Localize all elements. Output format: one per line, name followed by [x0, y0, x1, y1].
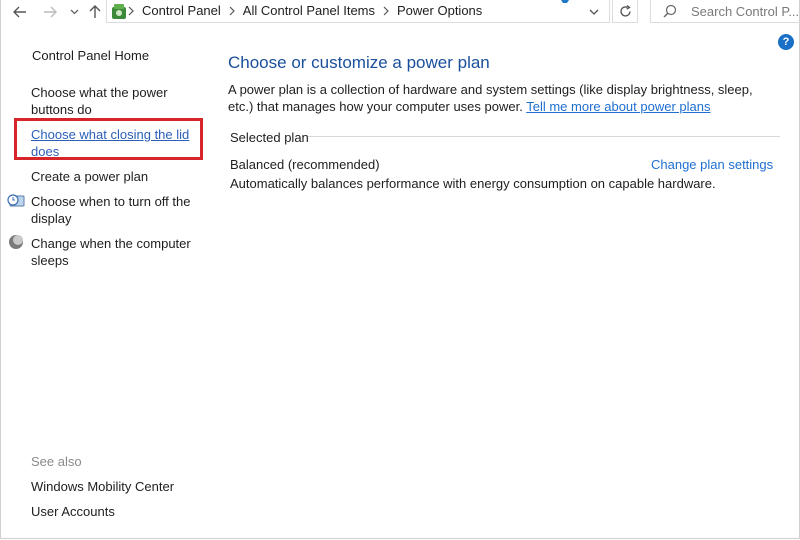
address-dropdown-button[interactable] [584, 1, 604, 23]
power-options-icon [112, 4, 126, 19]
control-panel-home-link[interactable]: Control Panel Home [32, 47, 149, 64]
search-input[interactable]: Search Control P... [650, 0, 800, 23]
breadcrumb-separator-icon [383, 6, 389, 16]
section-divider [308, 136, 780, 137]
breadcrumb-all-items[interactable]: All Control Panel Items [241, 3, 377, 18]
refresh-icon [619, 4, 631, 17]
forward-arrow-icon [44, 6, 57, 18]
search-icon [663, 4, 677, 18]
breadcrumb-control-panel[interactable]: Control Panel [140, 3, 223, 18]
moon-sleep-icon [9, 235, 23, 249]
change-plan-settings-link[interactable]: Change plan settings [651, 157, 773, 172]
learn-more-link[interactable]: Tell me more about power plans [526, 99, 710, 114]
page-description: A power plan is a collection of hardware… [228, 81, 778, 115]
breadcrumb: Control Panel All Control Panel Items Po… [128, 3, 484, 18]
back-button[interactable] [8, 1, 32, 23]
page-title: Choose or customize a power plan [228, 53, 490, 72]
selected-plan-heading: Selected plan [230, 130, 309, 145]
highlight-box [14, 118, 203, 160]
turn-off-display-link[interactable]: Choose when to turn off the display [31, 193, 196, 227]
plan-name: Balanced (recommended) [230, 157, 380, 172]
help-icon[interactable]: ? [778, 34, 794, 50]
refresh-button[interactable] [612, 0, 638, 23]
back-arrow-icon [13, 6, 26, 18]
user-accounts-link[interactable]: User Accounts [31, 503, 115, 520]
create-power-plan-link[interactable]: Create a power plan [31, 168, 191, 185]
breadcrumb-power-options[interactable]: Power Options [395, 3, 484, 18]
plan-description: Automatically balances performance with … [230, 176, 716, 191]
up-arrow-icon [89, 5, 101, 18]
settings-gear-icon [561, 0, 569, 3]
address-bar: Control Panel All Control Panel Items Po… [0, 0, 800, 24]
power-buttons-link[interactable]: Choose what the power buttons do [31, 84, 191, 118]
search-placeholder: Search Control P... [691, 4, 800, 19]
up-button[interactable] [86, 1, 104, 23]
computer-sleeps-link[interactable]: Change when the computer sleeps [31, 235, 196, 269]
recent-locations-button[interactable] [64, 1, 84, 23]
breadcrumb-separator-icon [229, 6, 235, 16]
monitor-clock-icon [7, 194, 25, 207]
chevron-down-icon [589, 9, 599, 15]
chevron-down-icon [70, 9, 78, 15]
forward-button[interactable] [38, 1, 62, 23]
breadcrumb-separator-icon [128, 6, 134, 16]
see-also-heading: See also [31, 454, 82, 469]
windows-mobility-center-link[interactable]: Windows Mobility Center [31, 478, 174, 495]
